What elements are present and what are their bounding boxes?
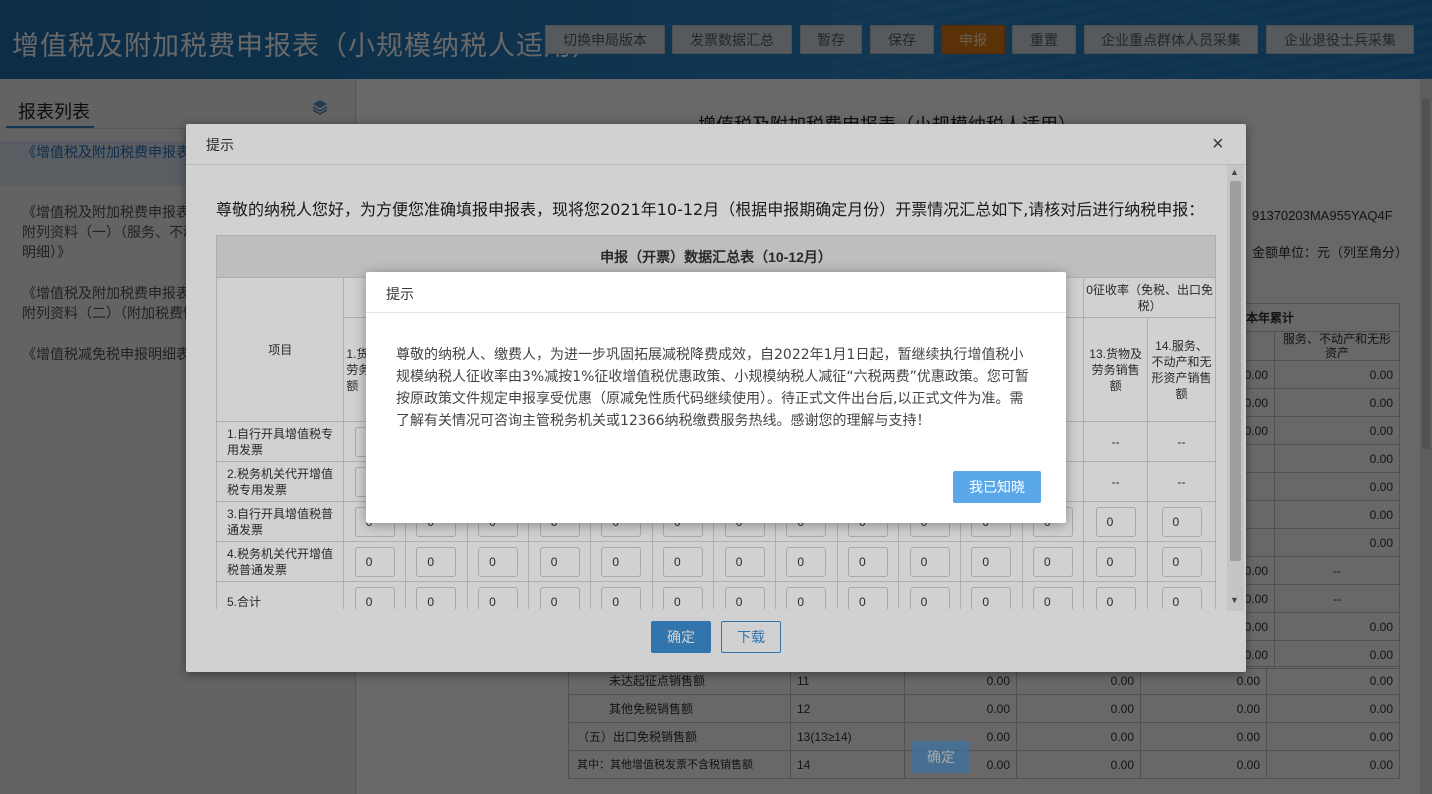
dialog-title: 提示 xyxy=(386,286,414,302)
dialog-divider xyxy=(366,312,1066,313)
policy-notice-dialog: 提示 尊敬的纳税人、缴费人，为进一步巩固拓展减税降费成效，自2022年1月1日起… xyxy=(366,272,1066,523)
notice-message: 尊敬的纳税人、缴费人，为进一步巩固拓展减税降费成效，自2022年1月1日起，暂继… xyxy=(396,347,1029,429)
acknowledge-button[interactable]: 我已知晓 xyxy=(953,471,1041,503)
